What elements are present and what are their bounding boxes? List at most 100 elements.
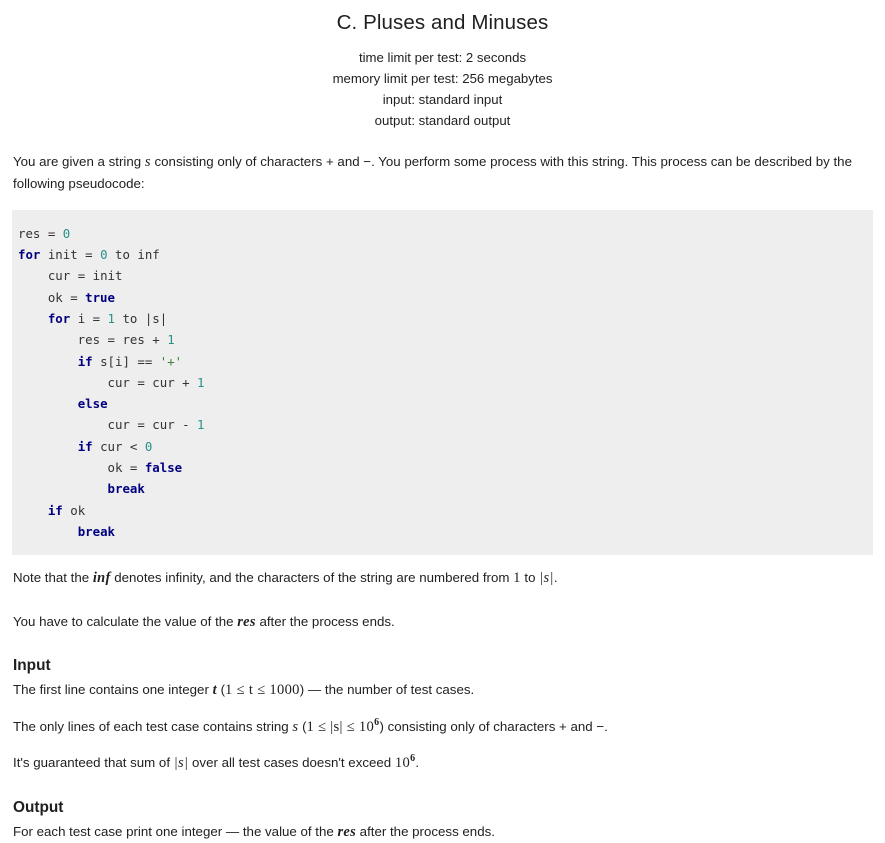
code-token: true	[85, 289, 115, 305]
code-token: init	[47, 247, 86, 263]
statement-text-part1: You are given a string	[13, 153, 145, 169]
note-text-d: .	[553, 570, 558, 586]
code-token: res +	[122, 332, 168, 348]
code-token: =	[107, 332, 123, 348]
code-token: 0	[100, 247, 115, 263]
input-spec: input: standard input	[382, 91, 503, 107]
code-token: to |s|	[122, 310, 168, 326]
problem-header: C. Pluses and Minuses time limit per tes…	[0, 0, 885, 131]
input-line-1: The first line contains one integer t (1…	[13, 679, 872, 702]
code-token: ok	[70, 502, 86, 518]
code-token: ok	[18, 289, 71, 305]
code-token: if	[77, 438, 101, 454]
input-line2-text-a: The only lines of each test case contain…	[13, 718, 293, 734]
output-line1-text-a: For each test case print one integer — t…	[13, 823, 338, 839]
code-token: i	[77, 310, 93, 326]
code-token: if	[77, 353, 101, 369]
input-line-2: The only lines of each test case contain…	[13, 716, 872, 739]
code-token: to inf	[115, 247, 160, 263]
legend-notes: Note that the inf denotes infinity, and …	[0, 567, 885, 843]
code-token: cur <	[100, 438, 145, 454]
input-line1-text-b: (	[216, 682, 226, 698]
math-range-t: 1 ≤ t ≤ 1000	[225, 682, 300, 699]
code-token: 1	[197, 374, 205, 390]
problem-statement-page: C. Pluses and Minuses time limit per tes…	[0, 0, 885, 843]
input-line1-text-a: The first line contains one integer	[13, 682, 213, 698]
problem-legend: You are given a string s consisting only…	[0, 151, 885, 195]
note-inf-paragraph: Note that the inf denotes infinity, and …	[13, 567, 872, 590]
output-line1-text-b: after the process ends.	[355, 823, 495, 839]
code-token: '+'	[159, 353, 183, 369]
code-token: for	[47, 310, 78, 326]
math-abs-s-2: |s|	[173, 755, 189, 772]
section-title-output: Output	[13, 798, 64, 816]
input-line1-text-c: ) — the number of test cases.	[299, 682, 475, 698]
output-line-1: For each test case print one integer — t…	[13, 821, 872, 843]
code-token: 1	[167, 332, 175, 348]
code-token: =	[85, 247, 101, 263]
code-token: cur	[18, 268, 78, 284]
pseudocode-block: res = 0 for init = 0 to inf cur = init o…	[12, 209, 873, 556]
code-token: =	[47, 225, 63, 241]
code-token: else	[77, 396, 108, 412]
code-token: =	[129, 460, 145, 476]
note-res-text-b: after the process ends.	[255, 613, 395, 629]
time-limit: time limit per test: 2 seconds	[358, 49, 527, 65]
math-range-s: 1 ≤ |s| ≤ 106	[306, 717, 380, 735]
code-token: res	[18, 225, 48, 241]
code-token: 1	[197, 417, 205, 433]
code-token: =	[92, 310, 108, 326]
code-token: 0	[62, 225, 71, 241]
code-token: cur	[18, 374, 138, 390]
page-title: C. Pluses and Minuses	[336, 11, 549, 34]
note-text-a: Note that the	[13, 570, 93, 586]
math-sum-limit: 106	[394, 754, 416, 772]
code-token: =	[77, 268, 93, 284]
code-token: init	[92, 268, 123, 284]
input-line3-text-c: .	[415, 755, 420, 771]
input-line2-text-b: (	[298, 718, 307, 734]
code-token: for	[18, 247, 48, 263]
note-text-c: to	[520, 570, 540, 586]
input-line2-text-c: ) consisting only of characters + and −.	[379, 718, 608, 734]
input-line-3: It's guaranteed that sum of |s| over all…	[13, 752, 872, 775]
note-text-b: denotes infinity, and the characters of …	[110, 570, 514, 586]
code-token: false	[144, 460, 183, 476]
code-token: =	[137, 374, 153, 390]
code-token: =	[137, 417, 153, 433]
code-token: s[i] ==	[100, 353, 160, 369]
input-line3-text-b: over all test cases doesn't exceed	[188, 755, 395, 771]
math-sum-limit-base: 10	[394, 755, 411, 772]
math-one: 1	[513, 570, 521, 587]
output-spec: output: standard output	[374, 112, 511, 128]
math-range-s-base: 1 ≤ |s| ≤ 10	[306, 718, 375, 735]
note-res-paragraph: You have to calculate the value of the r…	[13, 611, 872, 634]
code-token: break	[77, 523, 115, 539]
code-token: cur	[18, 417, 138, 433]
math-inf: inf	[92, 570, 111, 587]
code-token: break	[107, 481, 145, 497]
code-token: ok	[18, 460, 130, 476]
math-res: res	[237, 613, 256, 630]
note-res-text-a: You have to calculate the value of the	[13, 613, 238, 629]
math-abs-s: |s|	[539, 570, 554, 587]
math-res-2: res	[337, 823, 356, 840]
code-token: if	[47, 502, 71, 518]
code-token: 1	[107, 310, 123, 326]
code-token: =	[70, 289, 86, 305]
input-line3-text-a: It's guaranteed that sum of	[13, 755, 174, 771]
code-token: cur -	[152, 417, 198, 433]
memory-limit: memory limit per test: 256 megabytes	[332, 70, 553, 86]
section-title-input: Input	[13, 657, 51, 675]
code-token: res	[18, 332, 108, 348]
pseudocode-text: res = 0 for init = 0 to inf cur = init o…	[18, 223, 873, 542]
statement-paragraph: You are given a string s consisting only…	[13, 151, 872, 195]
code-token: cur +	[152, 374, 198, 390]
